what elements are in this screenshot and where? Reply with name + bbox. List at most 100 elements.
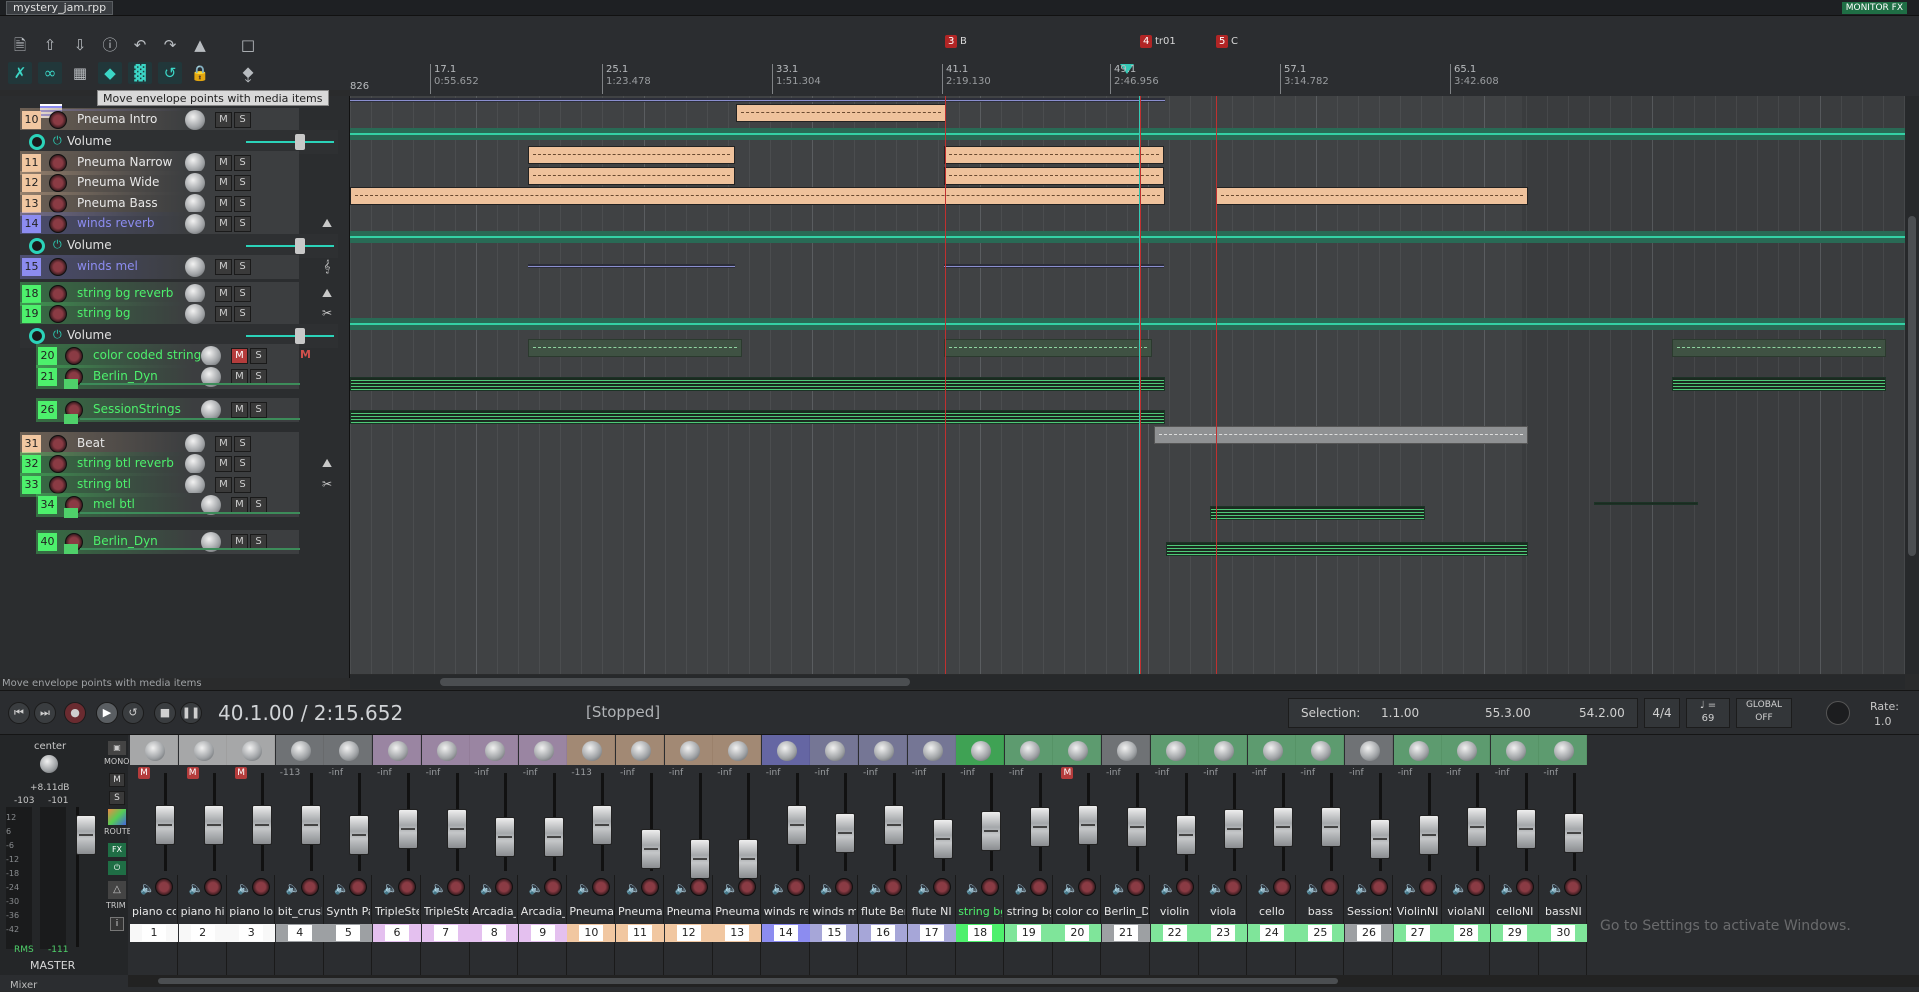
mixer-channel-name[interactable]: Arcadia_l [521, 905, 565, 918]
track-header[interactable]: 10 Pneuma Intro M S [0, 108, 338, 132]
mixer-fader[interactable] [884, 805, 904, 845]
mixer-channel-name[interactable]: ViolinNI [1396, 905, 1440, 918]
master-fader[interactable] [76, 815, 96, 855]
speaker-icon[interactable]: 🔈 [1063, 881, 1078, 895]
mixer-fader[interactable] [543, 817, 564, 857]
track-name[interactable]: color coded string [93, 348, 203, 364]
mixer-fx-button[interactable] [1418, 878, 1437, 896]
envelope-slider-thumb[interactable] [295, 328, 305, 344]
mixer-pan-knob[interactable] [193, 741, 214, 761]
mixer-pan-knob[interactable] [388, 741, 408, 761]
track-mute-button[interactable]: M [215, 436, 232, 452]
route-icon[interactable] [108, 809, 126, 825]
mixer-tab[interactable]: Mixer [10, 980, 37, 992]
track-fx-button[interactable] [49, 435, 67, 453]
track-solo-button[interactable]: S [234, 306, 251, 322]
track-solo-button[interactable]: S [234, 436, 251, 452]
mixer-fx-button[interactable] [641, 878, 659, 896]
save-project-icon[interactable]: ⇩ [68, 34, 92, 56]
speaker-icon[interactable]: 🔈 [772, 881, 787, 895]
master-solo-button[interactable]: S [109, 791, 125, 805]
ripple-edit-icon[interactable]: ✗ [8, 62, 32, 84]
mixer-fader[interactable] [786, 805, 807, 845]
master-fx-power-icon[interactable]: ⏻ [108, 861, 126, 875]
grid-icon[interactable]: ▦ [68, 62, 92, 84]
stop-button[interactable]: ■ [154, 702, 176, 724]
envelope-slider-thumb[interactable] [295, 238, 305, 254]
track-mute-button[interactable]: M [215, 155, 232, 171]
mixer-fx-button[interactable] [1175, 878, 1194, 896]
speaker-icon[interactable]: 🔈 [383, 881, 398, 895]
pause-button[interactable]: ❚❚ [180, 702, 202, 724]
track-mute-button[interactable]: M [215, 259, 232, 275]
track-solo-button[interactable]: S [234, 216, 251, 232]
track-solo-button[interactable]: S [250, 348, 267, 364]
track-name[interactable]: Pneuma Intro [77, 112, 187, 128]
track-mute-button[interactable]: M [231, 348, 248, 364]
track-volume-knob[interactable] [185, 173, 205, 193]
mixer-channel-name[interactable]: violaNI [1444, 905, 1488, 918]
mixer-fx-button[interactable] [155, 878, 173, 896]
track-send-icon[interactable]: ⛰ [318, 456, 336, 472]
mixer-channel-name[interactable]: flute Berli [861, 905, 905, 918]
mixer-channel-name[interactable]: flute NI [910, 905, 954, 918]
track-send-icon[interactable]: 𝄞 [318, 259, 336, 275]
marker-3-flag[interactable]: 3 [945, 35, 958, 48]
snap-icon[interactable]: ▓ [128, 62, 152, 84]
mixer-pan-knob[interactable] [145, 741, 165, 761]
track-fx-button[interactable] [49, 285, 67, 303]
mixer-fader[interactable] [1418, 815, 1439, 855]
arrange-vertical-scrollbar[interactable] [1905, 96, 1919, 674]
media-item[interactable] [944, 167, 1164, 185]
mixer-record-arm-icon[interactable]: M [1061, 767, 1074, 779]
track-name[interactable]: winds reverb [77, 216, 187, 232]
media-item[interactable] [528, 146, 735, 164]
undo-icon[interactable]: ↶ [128, 34, 152, 56]
speaker-icon[interactable]: 🔈 [1404, 881, 1419, 895]
master-fx-button[interactable]: FX [108, 843, 126, 857]
mixer-fader[interactable] [932, 819, 953, 859]
track-volume-knob[interactable] [185, 257, 205, 277]
mixer-fader[interactable] [1370, 819, 1390, 859]
track-header[interactable]: 14 winds reverb M S ⛰ [0, 212, 338, 236]
track-volume-knob[interactable] [185, 475, 205, 495]
trim-icon[interactable]: △ [108, 881, 126, 899]
envelope-power-icon[interactable]: ⏻ [53, 134, 62, 148]
media-item[interactable] [350, 377, 1165, 391]
mixer-fx-button[interactable] [495, 878, 514, 896]
speaker-icon[interactable]: 🔈 [1306, 881, 1321, 895]
track-fx-button[interactable] [49, 476, 67, 494]
media-item[interactable] [1672, 377, 1886, 391]
mixer-pan-knob[interactable] [436, 741, 457, 761]
master-trim-label[interactable]: TRIM [106, 901, 126, 910]
track-volume-knob[interactable] [185, 454, 205, 474]
monitor-fx-button[interactable]: MONITOR FX [1841, 2, 1907, 14]
track-mute-button[interactable]: M [215, 477, 232, 493]
mixer-channel-name[interactable]: bit_crush [278, 905, 322, 918]
mixer-fx-button[interactable] [1515, 878, 1534, 896]
mixer-fader[interactable] [1175, 815, 1196, 855]
mixer-fader[interactable] [1321, 807, 1342, 847]
marker-4-flag[interactable]: 4 [1140, 35, 1153, 48]
mixer-fx-button[interactable] [203, 878, 222, 896]
envelope-slider-thumb[interactable] [295, 134, 305, 150]
mixer-fader[interactable] [349, 815, 370, 855]
timeline-ruler[interactable]: 3 B 4 tr01 5 C 826 17.1 0:55.652 25.1 1:23.… [350, 16, 1919, 96]
media-item[interactable] [1210, 506, 1425, 520]
envelope-arm-button[interactable] [29, 238, 45, 254]
speaker-icon[interactable]: 🔈 [820, 881, 835, 895]
mixer-pan-knob[interactable] [1262, 741, 1283, 761]
master-mono-label[interactable]: MONO [104, 757, 129, 766]
speaker-icon[interactable]: 🔈 [1258, 881, 1273, 895]
track-volume-knob[interactable] [185, 434, 205, 454]
project-tab[interactable]: mystery_jam.rpp [6, 1, 114, 15]
arrange-scroll-thumb[interactable] [440, 678, 910, 686]
media-item[interactable] [1154, 426, 1528, 444]
track-mute-button[interactable]: M [215, 175, 232, 191]
global-automation[interactable]: GLOBAL OFF [1736, 698, 1792, 728]
media-item[interactable] [350, 98, 1165, 102]
play-button[interactable]: ▶ [96, 702, 118, 724]
track-solo-button[interactable]: S [234, 456, 251, 472]
mixer-fx-button[interactable] [543, 878, 562, 896]
mixer-pan-knob[interactable] [1117, 741, 1137, 761]
